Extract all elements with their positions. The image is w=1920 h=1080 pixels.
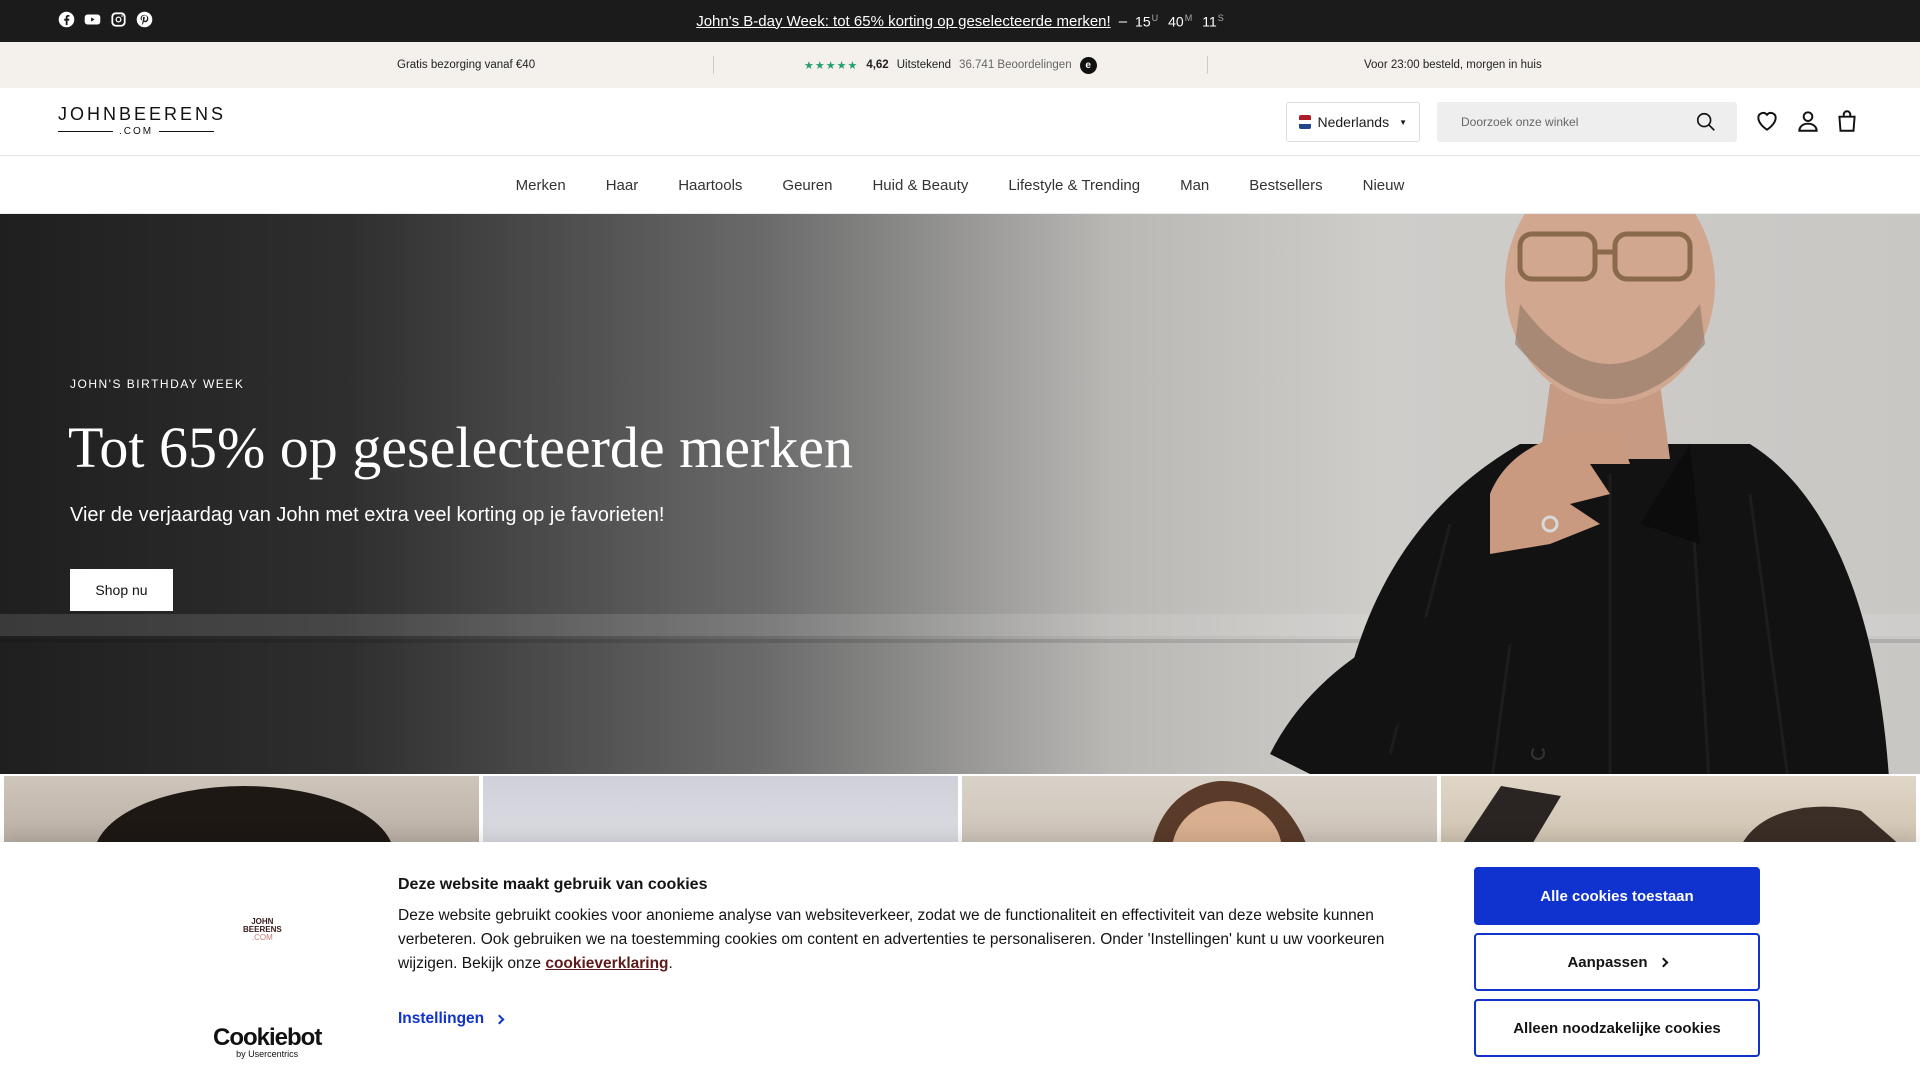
search-icon[interactable] xyxy=(1695,111,1717,133)
rating-score: 4,62 xyxy=(866,59,889,71)
nav-item-haar[interactable]: Haar xyxy=(606,177,639,194)
hero-kicker: JOHN'S BIRTHDAY WEEK xyxy=(70,377,245,391)
nav-item-bestsellers[interactable]: Bestsellers xyxy=(1249,177,1322,194)
cookie-settings-link[interactable]: Instellingen xyxy=(398,1010,505,1028)
timer-minutes-unit: M xyxy=(1184,12,1193,23)
site-logo[interactable]: JOHNBEERENS .COM xyxy=(58,104,227,137)
wishlist-heart-icon[interactable] xyxy=(1754,108,1780,134)
hero-model-image xyxy=(1190,214,1890,774)
usp-divider xyxy=(713,56,714,74)
site-header: JOHNBEERENS .COM Nederlands ▼ xyxy=(0,88,1920,156)
shopping-bag-icon[interactable] xyxy=(1834,108,1860,134)
rating-widget[interactable]: ★★★★★ 4,62 Uitstekend 36.741 Beoordeling… xyxy=(804,42,1097,88)
search-input[interactable] xyxy=(1437,102,1687,142)
cookie-title: Deze website maakt gebruik van cookies xyxy=(398,876,708,893)
chevron-right-icon xyxy=(1658,957,1668,967)
nav-item-merken[interactable]: Merken xyxy=(516,177,566,194)
logo-sub: .COM xyxy=(118,126,154,137)
promo-dash: – xyxy=(1118,12,1128,30)
timer-seconds: 11 xyxy=(1202,13,1217,30)
rating-label: Uitstekend xyxy=(896,59,952,71)
category-tile[interactable] xyxy=(4,776,479,846)
necessary-cookies-only-button[interactable]: Alleen noodzakelijke cookies xyxy=(1474,999,1760,1057)
cookie-body: Deze website gebruikt cookies voor anoni… xyxy=(398,907,1385,972)
search-bar xyxy=(1437,102,1737,142)
language-label: Nederlands xyxy=(1317,114,1390,130)
nav-item-man[interactable]: Man xyxy=(1180,177,1209,194)
promo-banner: John's B-day Week: tot 65% korting op ge… xyxy=(0,0,1920,42)
nav-item-haartools[interactable]: Haartools xyxy=(678,177,742,194)
shop-now-button[interactable]: Shop nu xyxy=(70,569,173,611)
timer-seconds-unit: S xyxy=(1217,12,1224,23)
allow-all-cookies-button[interactable]: Alle cookies toestaan xyxy=(1474,867,1760,925)
hero-banner: JOHN'S BIRTHDAY WEEK Tot 65% op geselect… xyxy=(0,214,1920,774)
nav-item-nieuw[interactable]: Nieuw xyxy=(1363,177,1405,194)
category-tile[interactable] xyxy=(962,776,1437,846)
loading-spinner-icon xyxy=(1531,746,1545,760)
timer-hours-unit: U xyxy=(1151,12,1159,23)
account-user-icon[interactable] xyxy=(1795,108,1821,134)
trusted-shops-icon: e xyxy=(1079,56,1097,74)
cookie-policy-link[interactable]: cookieverklaring xyxy=(545,955,668,972)
countdown-timer: 15U 40M 11S xyxy=(1135,13,1224,30)
usp-delivery: Voor 23:00 besteld, morgen in huis xyxy=(1364,59,1542,71)
cookie-banner: JOHN BEERENS .COM Cookiebot by Usercentr… xyxy=(0,842,1920,1080)
promo-link[interactable]: John's B-day Week: tot 65% korting op ge… xyxy=(696,13,1110,30)
chevron-right-icon xyxy=(494,1014,505,1024)
category-tiles xyxy=(0,776,1920,846)
rating-count: 36.741 Beoordelingen xyxy=(959,59,1072,71)
nav-item-lifestyle-trending[interactable]: Lifestyle & Trending xyxy=(1008,177,1140,194)
caret-down-icon: ▼ xyxy=(1399,117,1407,127)
usp-divider xyxy=(1207,56,1208,74)
logo-main: JOHNBEERENS xyxy=(58,104,227,124)
nav-item-geuren[interactable]: Geuren xyxy=(782,177,832,194)
customize-cookies-button[interactable]: Aanpassen xyxy=(1474,933,1760,991)
timer-hours: 15 xyxy=(1135,13,1151,30)
usp-shipping: Gratis bezorging vanaf €40 xyxy=(397,59,536,71)
netherlands-flag-icon xyxy=(1299,115,1312,129)
cookie-banner-logo: JOHN BEERENS .COM xyxy=(243,917,282,942)
category-tile[interactable] xyxy=(1441,776,1916,846)
cookiebot-logo[interactable]: Cookiebot by Usercentrics xyxy=(213,1024,322,1059)
usp-bar: Gratis bezorging vanaf €40 ★★★★★ 4,62 Ui… xyxy=(0,42,1920,88)
rating-stars: ★★★★★ xyxy=(804,59,859,72)
category-tile[interactable] xyxy=(483,776,958,846)
announcement-bar: John's B-day Week: tot 65% korting op ge… xyxy=(0,0,1920,42)
language-selector[interactable]: Nederlands ▼ xyxy=(1286,102,1420,142)
hero-subtitle: Vier de verjaardag van John met extra ve… xyxy=(70,504,665,526)
hero-title: Tot 65% op geselecteerde merken xyxy=(68,415,854,480)
nav-item-huid-beauty[interactable]: Huid & Beauty xyxy=(872,177,968,194)
timer-minutes: 40 xyxy=(1168,13,1184,30)
main-nav: Merken Haar Haartools Geuren Huid & Beau… xyxy=(0,157,1920,214)
